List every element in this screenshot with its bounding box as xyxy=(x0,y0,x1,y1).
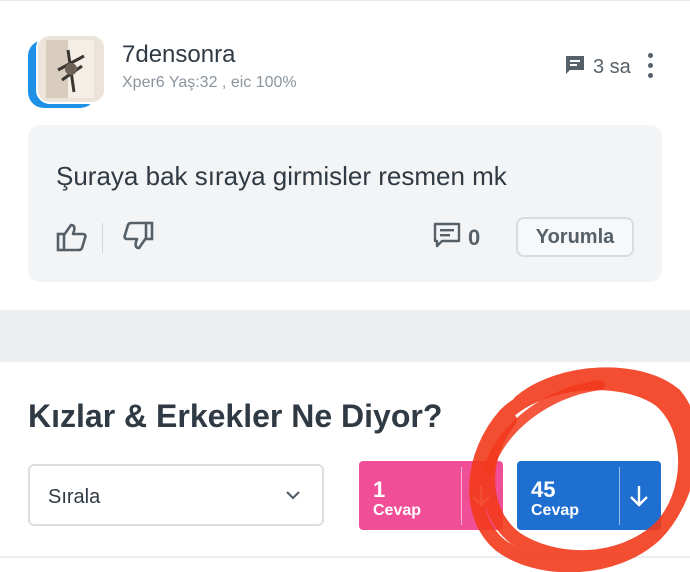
comment-count-group[interactable]: 0 xyxy=(432,221,480,254)
opinions-section: Kızlar & Erkekler Ne Diyor? Sırala 1 Cev… xyxy=(0,362,690,572)
thumbs-down-icon[interactable] xyxy=(122,221,154,256)
reaction-divider xyxy=(102,223,103,253)
message-text: Şuraya bak sıraya girmisler resmen mk xyxy=(56,161,507,191)
bottom-divider xyxy=(0,556,690,558)
arrow-down-icon xyxy=(469,483,493,514)
comment-icon xyxy=(563,53,587,82)
comment-icon xyxy=(432,221,462,254)
chevron-down-icon xyxy=(284,486,302,509)
post-card: 7densonra Xper6 Yaş:32 , eic 100% 3 sa Ş… xyxy=(0,0,690,311)
post-time: 3 sa xyxy=(563,53,631,82)
arrow-down-icon xyxy=(627,483,651,514)
section-divider xyxy=(0,310,690,362)
boys-answer-label: Cevap xyxy=(531,502,580,519)
time-text: 3 sa xyxy=(593,56,631,78)
message-bubble: Şuraya bak sıraya girmisler resmen mk 0 … xyxy=(28,125,662,282)
girls-answer-label: Cevap xyxy=(373,502,422,519)
girls-answer-count: 1 xyxy=(373,477,386,502)
boys-answers-button[interactable]: 45 Cevap xyxy=(517,461,661,530)
avatar-image xyxy=(36,34,106,104)
button-separator xyxy=(619,467,620,525)
username[interactable]: 7densonra xyxy=(122,41,235,69)
sort-select[interactable]: Sırala xyxy=(28,464,324,526)
button-separator xyxy=(461,467,462,525)
boys-answer-count: 45 xyxy=(531,477,556,502)
user-meta: Xper6 Yaş:32 , eic 100% xyxy=(122,74,297,91)
girls-answers-button[interactable]: 1 Cevap xyxy=(359,461,503,530)
comment-count: 0 xyxy=(468,224,481,250)
section-title: Kızlar & Erkekler Ne Diyor? xyxy=(28,398,443,434)
reply-button[interactable]: Yorumla xyxy=(516,217,634,257)
avatar[interactable] xyxy=(28,34,106,110)
thumbs-up-icon[interactable] xyxy=(56,222,88,257)
sort-label: Sırala xyxy=(48,486,101,508)
more-vertical-icon[interactable] xyxy=(640,53,660,81)
